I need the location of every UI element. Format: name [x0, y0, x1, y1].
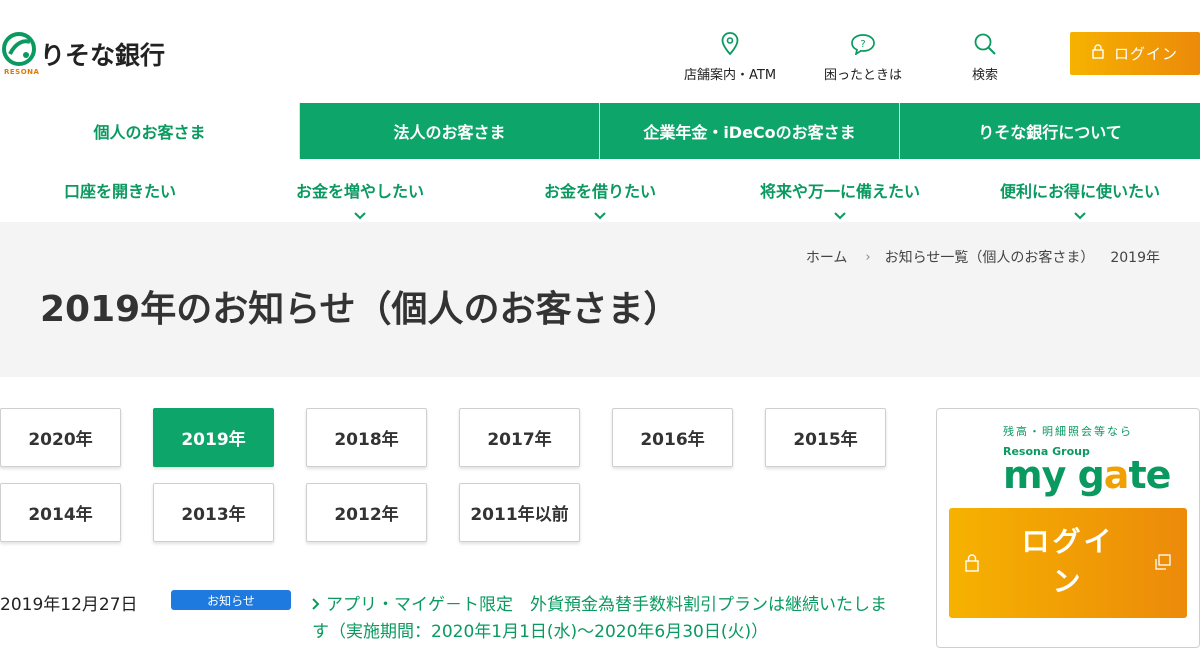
logo-sub-text: RESONA — [4, 68, 40, 76]
chevron-right-icon: › — [865, 249, 871, 265]
page-title: 2019年のお知らせ（個人のお客さま） — [40, 289, 680, 330]
subnav-label: 口座を開きたい — [63, 182, 176, 201]
help-bubble-icon: ? — [850, 30, 876, 58]
my-gate-tagline: 残高・明細照会等なら — [1003, 425, 1133, 438]
subnav-convenient[interactable]: 便利にお得に使いたい — [960, 159, 1200, 222]
chevron-down-icon — [354, 205, 366, 220]
news-badge: お知らせ — [171, 590, 291, 610]
year-button-2013[interactable]: 2013年 — [153, 483, 274, 542]
tab-pension-ideco[interactable]: 企業年金・iDeCoのお客さま — [600, 103, 900, 159]
my-gate-logo-part: my g — [1003, 453, 1105, 497]
nav-help[interactable]: ? 困ったときは — [824, 30, 902, 83]
year-button-2014[interactable]: 2014年 — [0, 483, 121, 542]
subnav-borrow-money[interactable]: お金を借りたい — [480, 159, 720, 222]
year-button-2018[interactable]: 2018年 — [306, 408, 427, 467]
site-header: RESONA りそな銀行 店舗案内・ATM ? 困ったときは 検索 ログイン — [0, 0, 1200, 103]
my-gate-logo-accent: a — [1103, 453, 1130, 497]
chevron-down-icon — [1074, 205, 1086, 220]
tab-corporate[interactable]: 法人のお客さま — [300, 103, 600, 159]
subnav-open-account[interactable]: 口座を開きたい — [0, 159, 240, 222]
year-button-2016[interactable]: 2016年 — [612, 408, 733, 467]
nav-search[interactable]: 検索 — [972, 30, 998, 83]
breadcrumb-parent[interactable]: お知らせ一覧（個人のお客さま） — [885, 247, 1095, 267]
lock-icon — [965, 554, 979, 576]
map-pin-icon — [721, 30, 739, 58]
news-link[interactable]: アプリ・マイゲ－ト限定 外貨預金為替手数料割引プランは継続いたします（実施期間：… — [312, 592, 892, 646]
resona-logo[interactable]: RESONA りそな銀行 — [2, 32, 165, 76]
breadcrumb-current: 2019年 — [1110, 250, 1160, 266]
year-button-2011-earlier[interactable]: 2011年以前 — [459, 483, 580, 542]
my-gate-login-label: ログイン — [1021, 525, 1115, 598]
subnav-prepare-future[interactable]: 将来や万一に備えたい — [720, 159, 960, 222]
page-title-band: ホーム › お知らせ一覧（個人のお客さま） 2019年 2019年のお知らせ（個… — [0, 222, 1200, 377]
logo-text: りそな銀行 — [40, 41, 166, 70]
my-gate-logo[interactable]: my gate — [1003, 453, 1171, 497]
nav-store-atm[interactable]: 店舗案内・ATM — [684, 30, 776, 83]
chevron-down-icon — [594, 205, 606, 220]
my-gate-login-button[interactable]: ログイン — [949, 508, 1187, 618]
tab-personal[interactable]: 個人のお客さま — [0, 103, 300, 159]
year-button-2017[interactable]: 2017年 — [459, 408, 580, 467]
external-window-icon — [1155, 554, 1171, 574]
my-gate-logo-part: te — [1128, 453, 1171, 497]
nav-search-label: 検索 — [972, 68, 999, 83]
tab-about[interactable]: りそな銀行について — [900, 103, 1200, 159]
year-button-2019[interactable]: 2019年 — [153, 408, 274, 467]
lock-icon — [1092, 44, 1104, 63]
chevron-right-icon — [312, 592, 320, 619]
subnav-label: お金を増やしたい — [295, 182, 424, 201]
my-gate-card: 残高・明細照会等なら Resona Group my gate ログイン — [936, 408, 1200, 648]
year-button-2012[interactable]: 2012年 — [306, 483, 427, 542]
resona-logo-mark-icon: RESONA — [2, 32, 40, 76]
search-icon — [973, 30, 997, 58]
subnav-label: お金を借りたい — [543, 182, 656, 201]
nav-store-atm-label: 店舗案内・ATM — [684, 68, 777, 83]
svg-text:?: ? — [860, 39, 865, 50]
header-login-label: ログイン — [1113, 45, 1178, 63]
header-login-button[interactable]: ログイン — [1070, 32, 1200, 75]
sub-navigation: 口座を開きたい お金を増やしたい お金を借りたい 将来や万一に備えたい 便利にお… — [0, 159, 1200, 222]
news-title: アプリ・マイゲ－ト限定 外貨預金為替手数料割引プランは継続いたします（実施期間：… — [312, 595, 887, 642]
main-tabs: 個人のお客さま 法人のお客さま 企業年金・iDeCoのお客さま りそな銀行につい… — [0, 103, 1200, 159]
subnav-label: 便利にお得に使いたい — [999, 182, 1160, 201]
year-button-2020[interactable]: 2020年 — [0, 408, 121, 467]
nav-help-label: 困ったときは — [824, 68, 903, 83]
subnav-label: 将来や万一に備えたい — [759, 182, 920, 201]
breadcrumb: ホーム › お知らせ一覧（個人のお客さま） 2019年 — [806, 247, 1160, 267]
subnav-grow-money[interactable]: お金を増やしたい — [240, 159, 480, 222]
year-button-2015[interactable]: 2015年 — [765, 408, 886, 467]
chevron-down-icon — [834, 205, 846, 220]
breadcrumb-home[interactable]: ホーム — [806, 247, 848, 267]
news-date: 2019年12月27日 — [0, 595, 138, 615]
